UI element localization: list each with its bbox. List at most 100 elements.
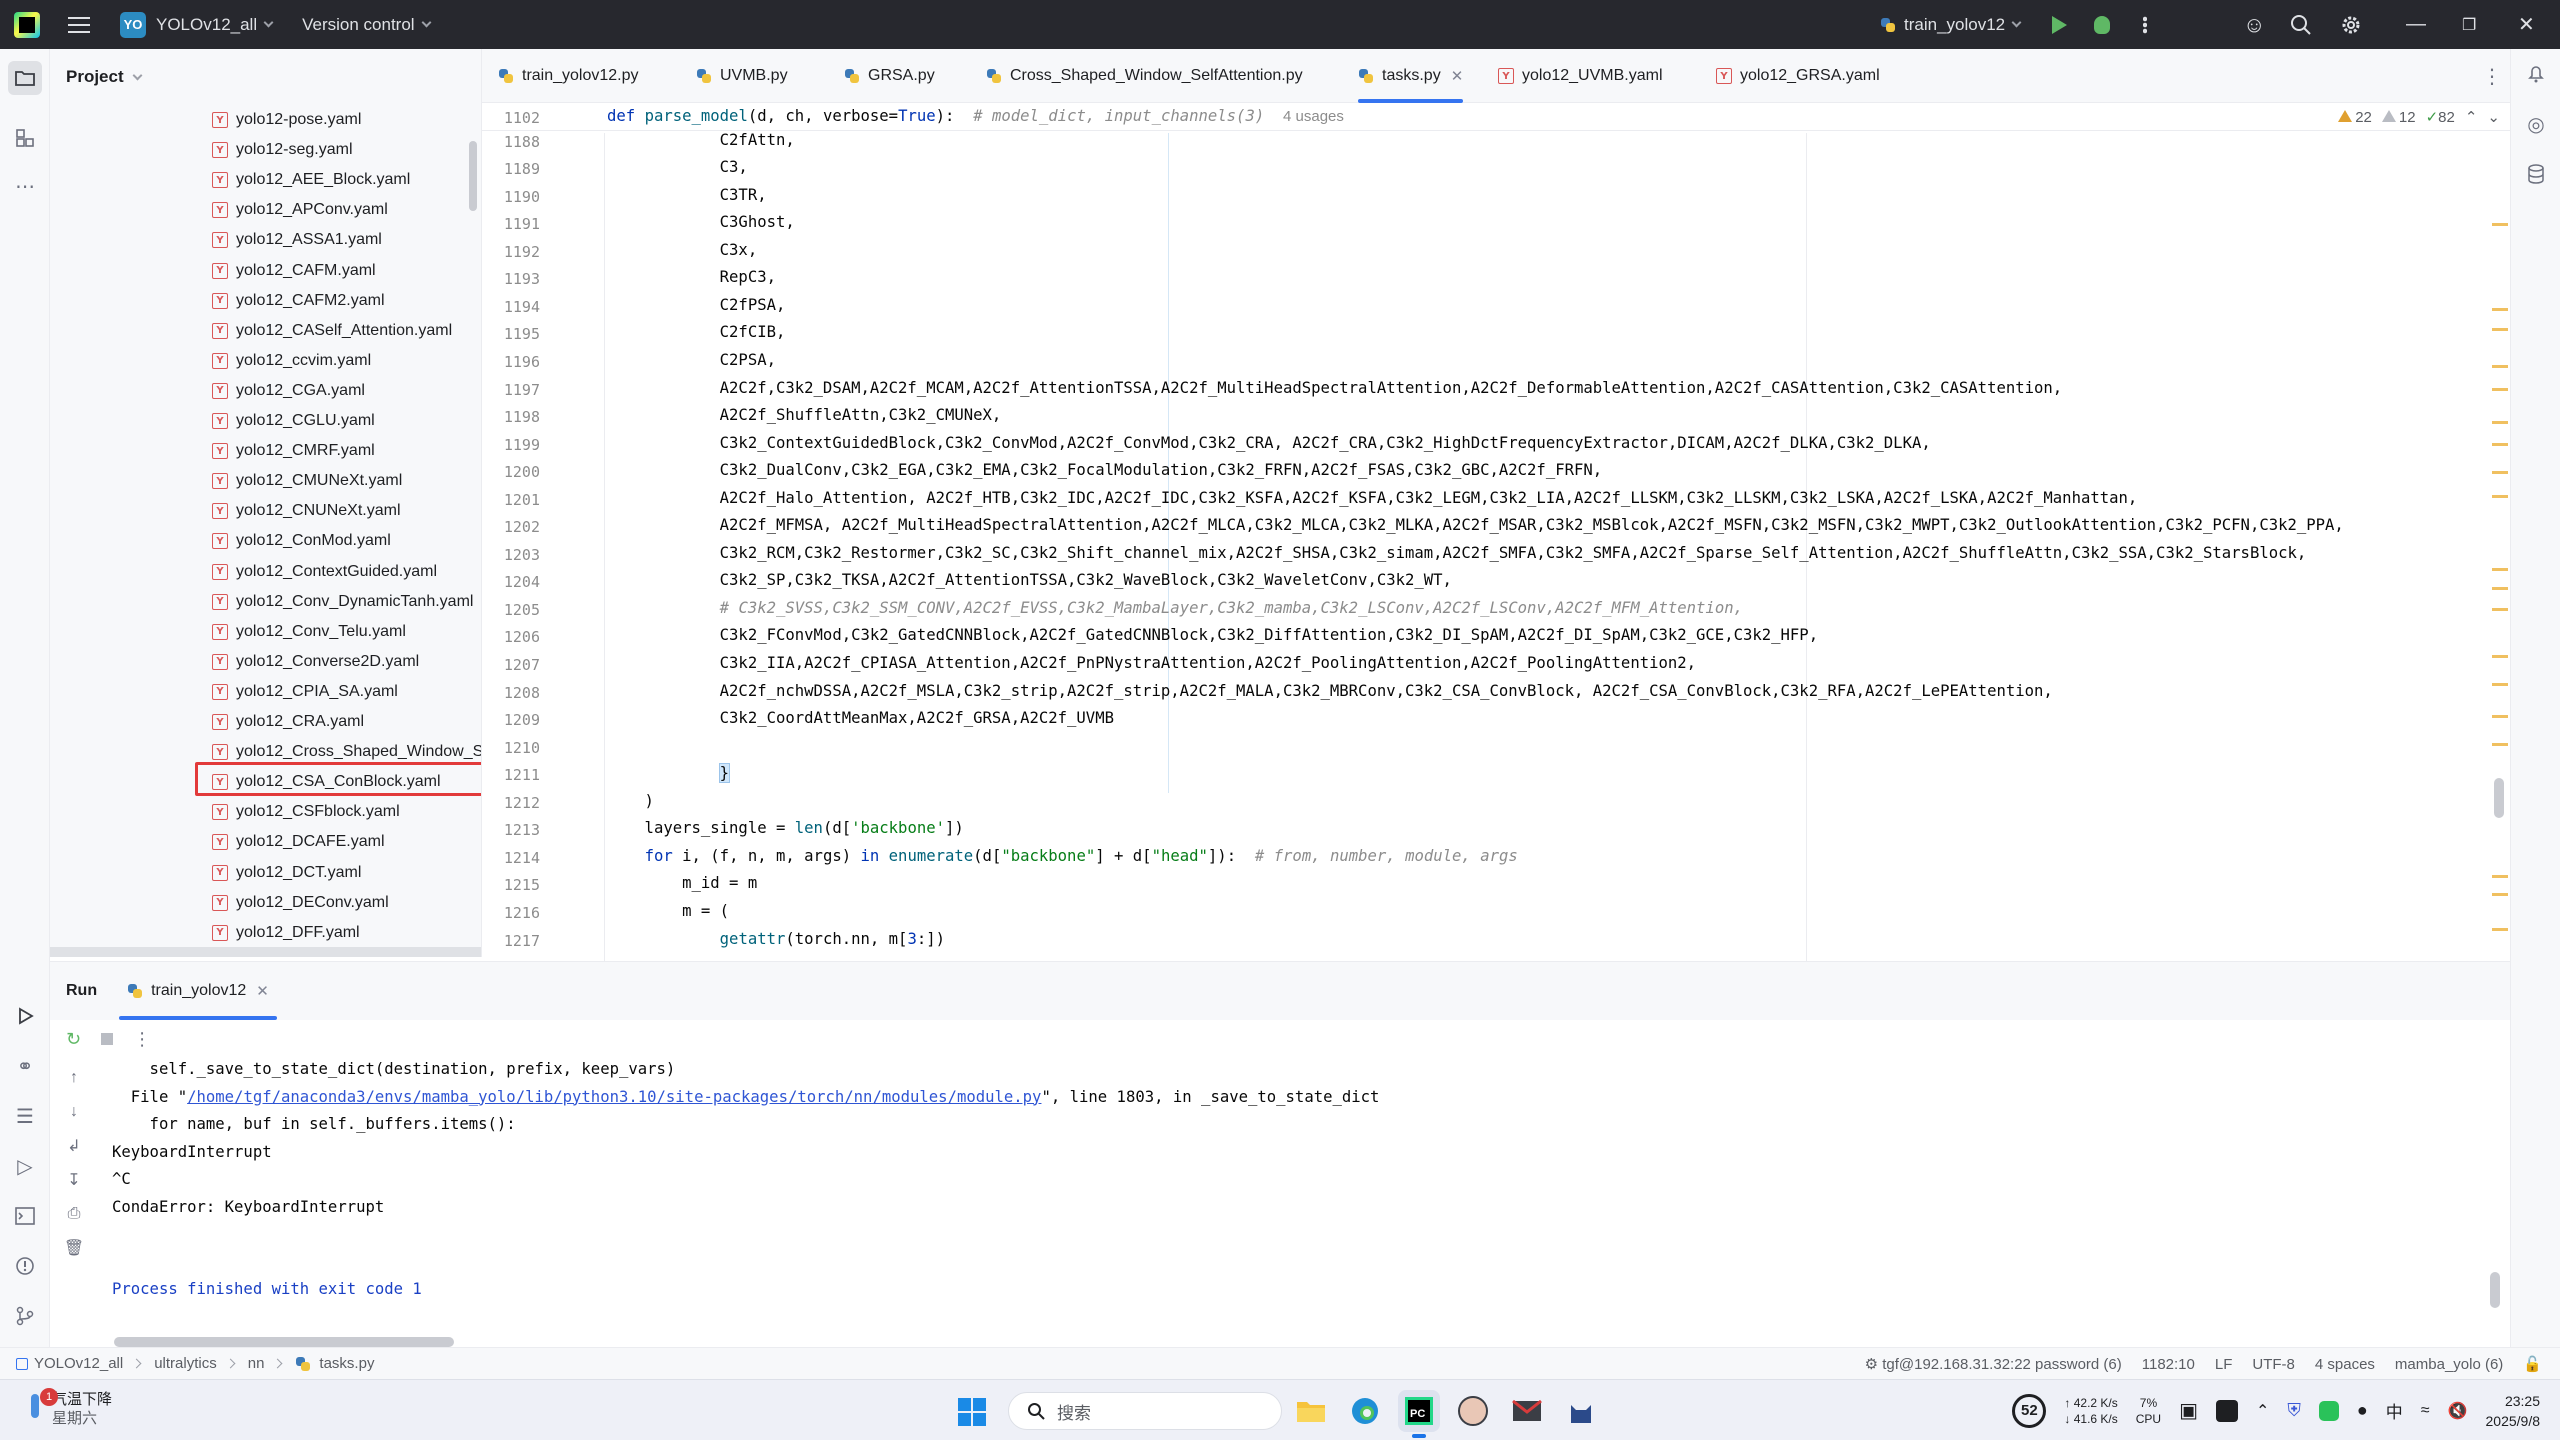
camera-app-icon[interactable] xyxy=(2216,1399,2239,1422)
warning-marker[interactable] xyxy=(2492,471,2508,474)
tree-item[interactable]: Yyolo12_CNUNeXt.yaml xyxy=(50,496,401,526)
tree-item[interactable]: Yyolo12_DEConv.yaml xyxy=(50,888,389,918)
tree-item[interactable]: Yyolo12_CMUNeXt.yaml xyxy=(50,466,402,496)
database-button[interactable] xyxy=(2523,161,2549,187)
warning-marker[interactable] xyxy=(2492,743,2508,746)
main-menu-icon[interactable] xyxy=(68,16,90,33)
arrow-down-icon[interactable]: ↓ xyxy=(64,1102,84,1122)
soft-wrap-icon[interactable]: ↲ xyxy=(64,1136,84,1156)
tree-item[interactable]: Yyolo12_DFF.yaml xyxy=(50,918,360,948)
warning-marker[interactable] xyxy=(2492,223,2508,226)
code-editor[interactable]: 1102 def parse_model(d, ch, verbose=True… xyxy=(482,103,2510,961)
warning-marker[interactable] xyxy=(2492,875,2508,878)
qq-icon[interactable]: ● xyxy=(2357,1400,2368,1421)
project-tool-button[interactable] xyxy=(8,61,42,95)
trash-icon[interactable]: 🗑 xyxy=(64,1238,84,1258)
services-tool-button[interactable]: ▷ xyxy=(12,1153,38,1179)
tabs-more-button[interactable]: ⋮ xyxy=(2482,49,2502,103)
volume-muted-icon[interactable]: 🔇 xyxy=(2448,1401,2468,1421)
warning-marker[interactable] xyxy=(2492,308,2508,311)
breadcrumb-file[interactable]: tasks.py xyxy=(319,1355,374,1372)
stop-icon[interactable] xyxy=(101,1033,114,1045)
console-output[interactable]: self._save_to_state_dict(destination, pr… xyxy=(112,1058,2492,1338)
structure-tool-button[interactable] xyxy=(12,125,38,151)
warning-marker[interactable] xyxy=(2492,928,2508,931)
search-everywhere-button[interactable] xyxy=(2290,0,2312,49)
warning-marker[interactable] xyxy=(2492,328,2508,331)
git-tool-button[interactable] xyxy=(12,1303,38,1329)
problems-tool-button[interactable] xyxy=(12,1253,38,1279)
more-actions-button[interactable] xyxy=(2143,0,2147,49)
tab-cross-shaped-window[interactable]: Cross_Shaped_Window_SelfAttention.py xyxy=(986,49,1303,103)
run-tab[interactable]: train_yolov12 ✕ xyxy=(119,962,277,1020)
tab-grsa[interactable]: GRSA.py xyxy=(844,49,935,103)
mail-app[interactable] xyxy=(1506,1390,1548,1432)
tree-item[interactable]: Yyolo12_ConMod.yaml xyxy=(50,526,391,556)
tree-item[interactable]: Yyolo12_CRA.yaml xyxy=(50,707,364,737)
close-tab-icon[interactable]: ✕ xyxy=(1451,67,1464,85)
tree-item[interactable]: Yyolo12_CAFM2.yaml xyxy=(50,286,385,316)
minimize-button[interactable]: — xyxy=(2406,0,2426,49)
chevron-down-icon[interactable]: ⌄ xyxy=(2487,108,2500,126)
inspection-widget[interactable]: 22 12 ✓82 ⌃ ⌄ xyxy=(2338,103,2500,131)
tree-item[interactable]: Yyolo12_Cross_Shaped_Window_Se xyxy=(50,737,481,767)
warning-marker[interactable] xyxy=(2492,365,2508,368)
tree-item[interactable]: Yyolo12_CSA_ConBlock.yaml xyxy=(50,767,441,797)
code-with-me-button[interactable]: ☺ xyxy=(2243,0,2265,49)
console-scrollbar[interactable] xyxy=(2490,1272,2500,1308)
terminal-tool-button[interactable] xyxy=(12,1203,38,1229)
taskbar-search[interactable]: 搜索 xyxy=(1008,1392,1282,1430)
chevron-up-icon[interactable]: ⌃ xyxy=(2465,108,2478,126)
run-button[interactable] xyxy=(2052,0,2067,49)
breadcrumb-nn[interactable]: nn xyxy=(248,1355,265,1372)
tree-item[interactable]: Yyolo12-pose.yaml xyxy=(50,105,361,135)
wechat-icon[interactable] xyxy=(2318,1400,2339,1421)
cpu-temp-badge[interactable]: 52 xyxy=(2012,1393,2047,1428)
warning-marker[interactable] xyxy=(2492,715,2508,718)
snipping-tool-icon[interactable]: ▣ xyxy=(2179,1398,2198,1423)
windows-start-icon[interactable] xyxy=(958,1398,986,1426)
more-tools-button[interactable]: ⋯ xyxy=(12,173,38,199)
warning-marker[interactable] xyxy=(2492,568,2508,571)
project-switcher[interactable]: YOLOv12_all xyxy=(156,15,257,35)
tree-item[interactable]: Yyolo12_APConv.yaml xyxy=(50,195,388,225)
usages-hint[interactable]: 4 usages xyxy=(1283,108,1344,125)
tree-item[interactable]: Yyolo12_CASelf_Attention.yaml xyxy=(50,316,452,346)
debug-button[interactable] xyxy=(2094,0,2110,49)
indent-setting[interactable]: 4 spaces xyxy=(2315,1356,2375,1373)
file-link[interactable]: /home/tgf/anaconda3/envs/mamba_yolo/lib/… xyxy=(187,1088,1041,1106)
clock[interactable]: 23:25 2025/9/8 xyxy=(2486,1391,2541,1431)
caret-position[interactable]: 1182:10 xyxy=(2142,1356,2195,1373)
tree-item[interactable]: Yyolo12_Converse2D.yaml xyxy=(50,647,419,677)
settings-button[interactable] xyxy=(2340,0,2362,49)
more-vertical-icon[interactable]: ⋮ xyxy=(133,1029,151,1050)
editor-scrollbar[interactable] xyxy=(2494,778,2504,818)
tab-yolo12-uvmb[interactable]: Yyolo12_UVMB.yaml xyxy=(1498,49,1663,103)
tab-uvmb[interactable]: UVMB.py xyxy=(696,49,788,103)
tree-item[interactable]: Yyolo12-seg.yaml xyxy=(50,135,353,165)
run-tool-button[interactable] xyxy=(12,1003,38,1029)
cat-app[interactable] xyxy=(1560,1390,1602,1432)
sticky-lines[interactable]: 1102 def parse_model(d, ch, verbose=True… xyxy=(482,103,2510,131)
tree-item[interactable]: Yyolo12_ASSA1.yaml xyxy=(50,225,382,255)
breadcrumb-project[interactable]: YOLOv12_all xyxy=(34,1355,123,1372)
tree-item[interactable]: Yyolo12_Conv_DynamicTanh.yaml xyxy=(50,587,473,617)
vcs-menu[interactable]: Version control xyxy=(302,15,414,35)
file-explorer-app[interactable] xyxy=(1290,1390,1332,1432)
tree-item[interactable]: Yyolo12_CPIA_SA.yaml xyxy=(50,677,398,707)
tree-item[interactable]: Yyolo12_ccvim.yaml xyxy=(50,346,371,376)
warning-marker[interactable] xyxy=(2492,587,2508,590)
line-separator[interactable]: LF xyxy=(2215,1356,2233,1373)
tab-yolo12-grsa[interactable]: Yyolo12_GRSA.yaml xyxy=(1716,49,1880,103)
weather-widget[interactable]: 1 气温下降 星期六 xyxy=(28,1388,112,1428)
tree-item[interactable]: Yyolo12_DCT.yaml xyxy=(50,858,361,888)
layers-tool-button[interactable]: ☰ xyxy=(12,1103,38,1129)
project-scrollbar[interactable] xyxy=(469,141,477,211)
ai-assistant-button[interactable]: ◎ xyxy=(2523,111,2549,137)
warning-marker[interactable] xyxy=(2492,683,2508,686)
shield-icon[interactable]: ⛨ xyxy=(2287,1400,2301,1421)
close-window-button[interactable]: ✕ xyxy=(2518,0,2535,49)
restore-button[interactable]: ❐ xyxy=(2462,0,2476,49)
tree-item[interactable]: Yyolo12_CAFM.yaml xyxy=(50,256,376,286)
warning-marker[interactable] xyxy=(2492,443,2508,446)
